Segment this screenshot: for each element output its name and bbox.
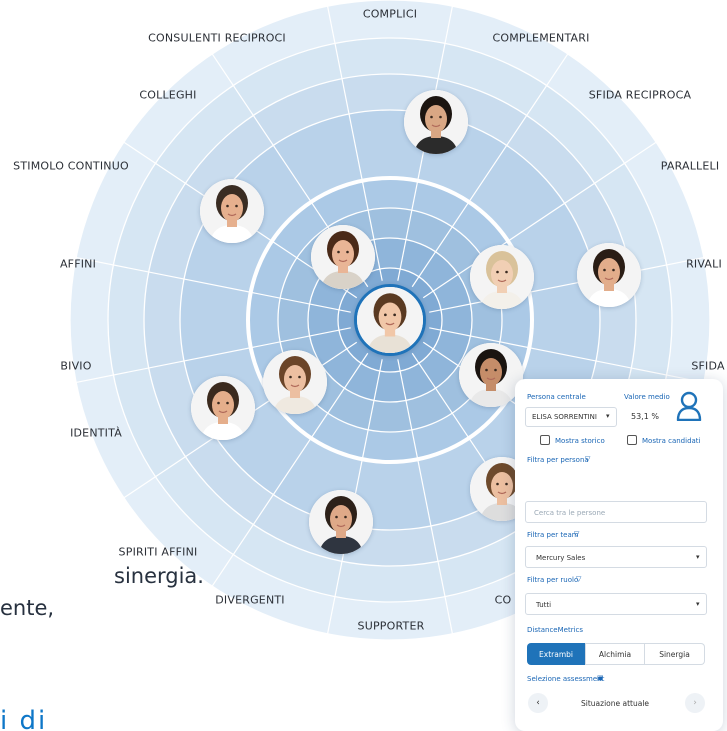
- filtra-ruolo-label: Filtra per ruolo: [527, 576, 579, 584]
- chevron-down-icon: ▾: [606, 412, 610, 420]
- selezione-assessment-label: Selezione assessment: [527, 675, 605, 683]
- background-text-line1: sinergia.: [114, 564, 204, 588]
- category-label-identit-: IDENTITÀ: [70, 426, 122, 440]
- team-select-value: Mercury Sales: [536, 554, 586, 562]
- portrait-photo: [470, 245, 534, 309]
- avatar-affini-inner[interactable]: [311, 225, 375, 289]
- mostra-candidati-checkbox[interactable]: [627, 435, 637, 445]
- avatar-identita[interactable]: [191, 376, 255, 440]
- prev-arrow-button[interactable]: ‹: [528, 693, 548, 713]
- ruolo-select-value: Tutti: [536, 601, 552, 609]
- background-text-line2: ente,: [0, 596, 55, 620]
- filtra-persona-label: Filtra per persona: [527, 456, 589, 464]
- category-label-sfida: SFIDA: [691, 359, 725, 373]
- avatar-colleghi[interactable]: [200, 179, 264, 243]
- valore-medio-label: Valore medio: [624, 393, 670, 401]
- filter-icon: ▽: [574, 530, 580, 538]
- portrait-photo: [577, 243, 641, 307]
- category-label-complementari: COMPLEMENTARI: [492, 31, 590, 45]
- distance-metrics-label: DistanceMetrics: [527, 626, 584, 634]
- mostra-candidati-label: Mostra candidati: [642, 437, 701, 445]
- relationship-radar-view: COMPLICI COMPLEMENTARI SFIDA RECIPROCA PARA…: [0, 0, 727, 731]
- mostra-storico-checkbox[interactable]: [540, 435, 550, 445]
- portrait-photo: [311, 225, 375, 289]
- avatar-central-person[interactable]: [354, 284, 426, 356]
- search-person-placeholder: Cerca tra le persone: [534, 509, 606, 517]
- tab-alchimia[interactable]: Alchimia: [585, 643, 645, 665]
- persona-centrale-select[interactable]: ELISA SORRENTINI ▾: [525, 407, 617, 427]
- portrait-photo: [200, 179, 264, 243]
- chevron-down-icon: ▾: [696, 600, 700, 608]
- category-label-colleghi: COLLEGHI: [139, 88, 197, 102]
- avatar-rivali[interactable]: [577, 243, 641, 307]
- chevron-down-icon: ▾: [696, 553, 700, 561]
- portrait-photo: [459, 343, 523, 407]
- category-label-stimolo-continuo: STIMOLO CONTINUO: [13, 159, 129, 173]
- category-label-divergenti: DIVERGENTI: [215, 593, 285, 607]
- filtra-team-label: Filtra per team: [527, 531, 579, 539]
- category-label-consulenti-reciproci: CONSULENTI RECIPROCI: [148, 31, 286, 45]
- persona-centrale-value: ELISA SORRENTINI: [532, 413, 597, 421]
- category-label-complici: COMPLICI: [362, 7, 418, 21]
- portrait-photo: [404, 90, 468, 154]
- category-label-co: CO: [494, 593, 512, 607]
- situazione-attuale: Situazione attuale: [581, 699, 650, 708]
- avatar-bivio-inner[interactable]: [263, 350, 327, 414]
- avatar-paralleli-inner[interactable]: [470, 245, 534, 309]
- portrait-photo: [191, 376, 255, 440]
- user-icon[interactable]: [675, 391, 703, 422]
- category-label-affini: AFFINI: [59, 257, 97, 271]
- portrait-photo: [263, 350, 327, 414]
- category-label-bivio: BIVIO: [60, 359, 92, 373]
- portrait-photo: [309, 490, 373, 554]
- portrait-photo: [357, 287, 423, 353]
- mostra-storico-label: Mostra storico: [555, 437, 605, 445]
- filter-panel: Persona centrale Valore medio ELISA SORR…: [515, 379, 723, 731]
- category-label-spiriti-affini: SPIRITI AFFINI: [118, 545, 198, 559]
- filter-icon: ▽: [576, 575, 582, 583]
- next-arrow-button[interactable]: ›: [685, 693, 705, 713]
- category-label-paralleli: PARALLELI: [660, 159, 720, 173]
- team-select[interactable]: Mercury Sales ▾: [525, 546, 707, 568]
- category-label-sfida-reciproca: SFIDA RECIPROCA: [588, 88, 692, 102]
- search-person-input[interactable]: Cerca tra le persone: [525, 501, 707, 523]
- calendar-icon: ▣: [597, 674, 604, 682]
- ruolo-select[interactable]: Tutti ▾: [525, 593, 707, 615]
- filter-icon: ▽: [585, 455, 591, 463]
- category-label-rivali: RIVALI: [686, 257, 722, 271]
- avatar-complici[interactable]: [404, 90, 468, 154]
- category-label-supporter: SUPPORTER: [357, 619, 425, 633]
- valore-medio-value: 53,1 %: [631, 412, 659, 421]
- persona-centrale-label: Persona centrale: [527, 393, 586, 401]
- avatar-supporter[interactable]: [309, 490, 373, 554]
- tab-sinergia[interactable]: Sinergia: [645, 643, 705, 665]
- background-text-line3: i di: [0, 706, 48, 731]
- avatar-sfida-inner[interactable]: [459, 343, 523, 407]
- tab-extrambi[interactable]: Extrambi: [527, 643, 585, 665]
